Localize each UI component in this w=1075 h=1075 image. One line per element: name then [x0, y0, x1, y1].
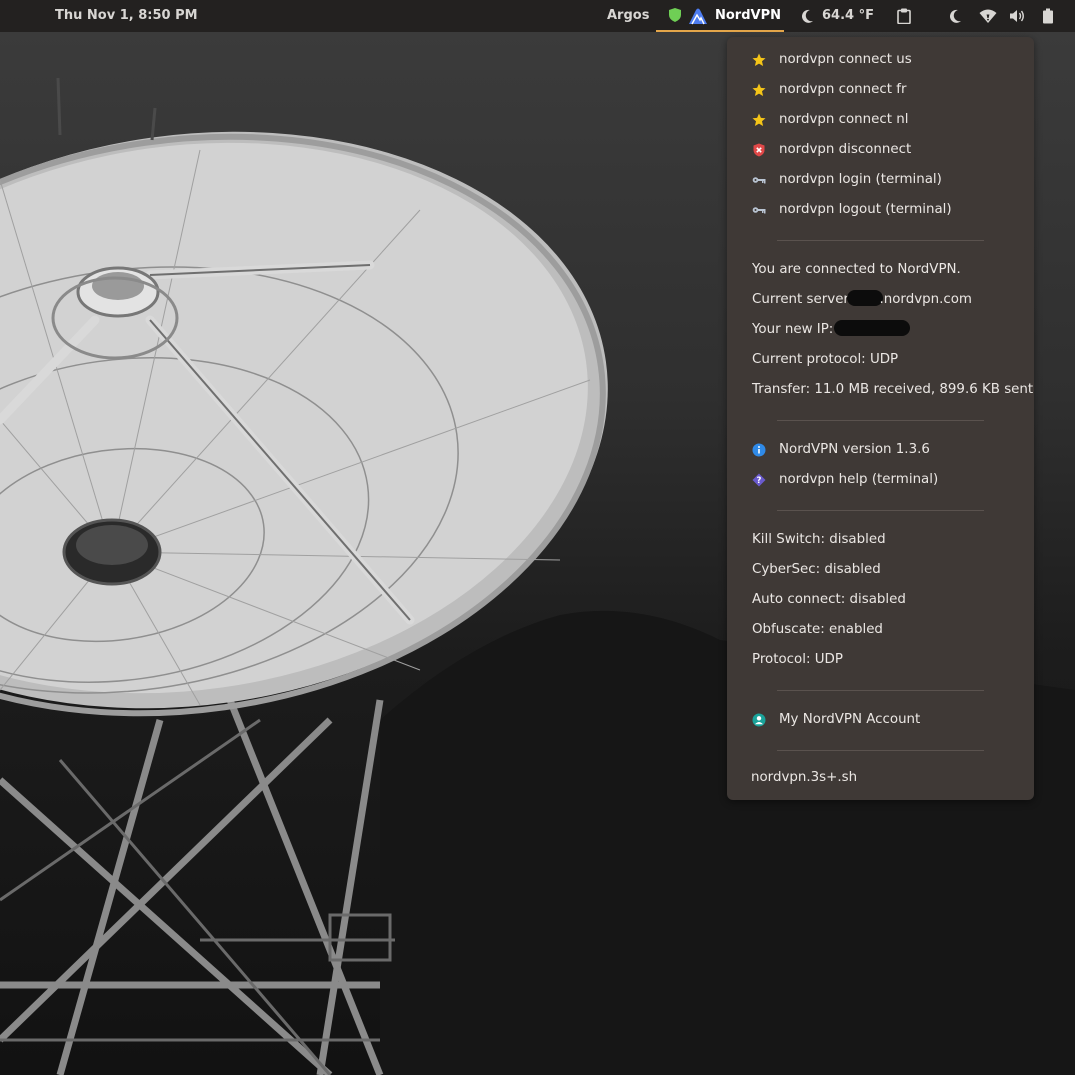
nordvpn-indicator-label: NordVPN: [715, 8, 781, 23]
status-ip[interactable]: Your new IP:: [727, 315, 1034, 345]
clipboard-icon[interactable]: [897, 8, 911, 24]
menu-item-login[interactable]: nordvpn login (terminal): [727, 165, 1034, 195]
nordvpn-indicator[interactable]: NordVPN: [656, 0, 784, 32]
setting-kill-switch-text: Kill Switch: disabled: [752, 532, 886, 547]
menu-item-label: nordvpn logout (terminal): [779, 202, 952, 217]
menu-separator: [777, 510, 984, 511]
menu-separator: [777, 750, 984, 751]
menu-separator: [777, 420, 984, 421]
nordvpn-logo-icon: [689, 8, 707, 25]
setting-auto-connect[interactable]: Auto connect: disabled: [727, 585, 1034, 615]
setting-obfuscate[interactable]: Obfuscate: enabled: [727, 615, 1034, 645]
night-light-icon[interactable]: [950, 9, 962, 23]
menu-separator: [777, 690, 984, 691]
star-icon: [752, 83, 766, 96]
menu-item-help[interactable]: ? nordvpn help (terminal): [727, 465, 1034, 495]
moon-icon: [802, 9, 813, 23]
status-transfer-text: Transfer: 11.0 MB received, 899.6 KB sen…: [752, 382, 1034, 397]
menu-item-connect-fr[interactable]: nordvpn connect fr: [727, 75, 1034, 105]
status-protocol[interactable]: Current protocol: UDP: [727, 345, 1034, 375]
menu-item-logout[interactable]: nordvpn logout (terminal): [727, 195, 1034, 225]
menu-item-script[interactable]: nordvpn.3s+.sh: [727, 763, 1034, 793]
setting-auto-connect-text: Auto connect: disabled: [752, 592, 906, 607]
status-server-text: Current server: .nordvpn.com: [752, 285, 972, 315]
clock[interactable]: Thu Nov 1, 8:50 PM: [55, 0, 198, 32]
menu-item-label: nordvpn disconnect: [779, 142, 912, 157]
menu-separator: [777, 240, 984, 241]
setting-obfuscate-text: Obfuscate: enabled: [752, 622, 883, 637]
status-protocol-text: Current protocol: UDP: [752, 352, 899, 367]
help-icon: ?: [752, 473, 766, 487]
volume-icon[interactable]: [1009, 8, 1025, 24]
setting-cybersec-text: CyberSec: disabled: [752, 562, 881, 577]
script-name-text: nordvpn.3s+.sh: [751, 770, 858, 785]
account-icon: [752, 713, 766, 727]
menu-item-connect-nl[interactable]: nordvpn connect nl: [727, 105, 1034, 135]
setting-cybersec[interactable]: CyberSec: disabled: [727, 555, 1034, 585]
redacted-ip: [833, 320, 910, 336]
menu-item-label: NordVPN version 1.3.6: [779, 442, 930, 457]
star-icon: [752, 113, 766, 126]
setting-protocol[interactable]: Protocol: UDP: [727, 645, 1034, 675]
argos-indicator[interactable]: Argos: [607, 0, 649, 32]
battery-icon[interactable]: [1042, 8, 1054, 24]
status-server[interactable]: Current server: .nordvpn.com: [727, 285, 1034, 315]
ip-label: Your new IP:: [752, 322, 838, 337]
wifi-icon[interactable]: [979, 8, 997, 24]
top-panel: Thu Nov 1, 8:50 PM Argos NordVPN 64.4 °F: [0, 0, 1075, 32]
info-icon: [752, 443, 766, 457]
menu-item-label: nordvpn connect nl: [779, 112, 909, 127]
shield-icon: [669, 8, 681, 22]
menu-item-version[interactable]: NordVPN version 1.3.6: [727, 435, 1034, 465]
menu-item-label: nordvpn help (terminal): [779, 472, 939, 487]
setting-kill-switch[interactable]: Kill Switch: disabled: [727, 525, 1034, 555]
temperature-label: 64.4 °F: [822, 8, 874, 23]
menu-item-label: nordvpn login (terminal): [779, 172, 942, 187]
menu-item-account[interactable]: My NordVPN Account: [727, 705, 1034, 735]
menu-item-label: nordvpn connect us: [779, 52, 912, 67]
disconnect-icon: [753, 143, 765, 157]
star-icon: [752, 53, 766, 66]
key-icon: [752, 207, 766, 214]
svg-text:?: ?: [757, 476, 762, 486]
server-label: Current server:: [752, 292, 858, 307]
menu-item-disconnect[interactable]: nordvpn disconnect: [727, 135, 1034, 165]
setting-protocol-text: Protocol: UDP: [752, 652, 843, 667]
status-transfer[interactable]: Transfer: 11.0 MB received, 899.6 KB sen…: [727, 375, 1034, 405]
status-connected-text: You are connected to NordVPN.: [752, 262, 961, 277]
nordvpn-menu: nordvpn connect us nordvpn connect fr no…: [727, 37, 1034, 800]
menu-item-label: My NordVPN Account: [779, 712, 921, 727]
status-ip-text: Your new IP:: [752, 315, 910, 345]
menu-item-connect-us[interactable]: nordvpn connect us: [727, 45, 1034, 75]
menu-item-label: nordvpn connect fr: [779, 82, 907, 97]
status-connected[interactable]: You are connected to NordVPN.: [727, 255, 1034, 285]
server-suffix: .nordvpn.com: [879, 292, 972, 307]
key-icon: [752, 177, 766, 184]
